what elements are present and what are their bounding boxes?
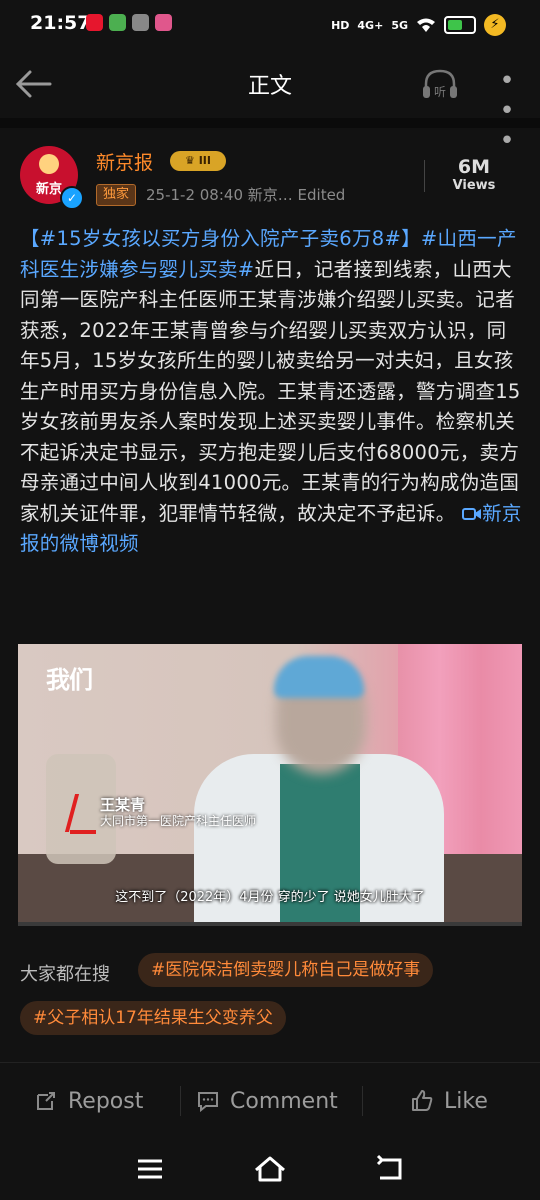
video-icon (462, 508, 482, 520)
user-name[interactable]: 新京报 (96, 148, 153, 175)
video-progress-bar[interactable] (18, 922, 522, 926)
more-icon[interactable]: • • • (488, 66, 528, 156)
repost-icon (37, 1092, 55, 1110)
level-badge-label: III (198, 154, 211, 167)
top-nav: 正文 听 • • • (0, 48, 540, 156)
views-count: 6M (457, 156, 491, 178)
comment-label: Comment (230, 1088, 338, 1114)
views-label: Views (452, 178, 496, 193)
action-separator (362, 1086, 363, 1116)
like-label: Like (444, 1088, 488, 1114)
avatar-emblem (39, 154, 59, 174)
system-nav-bar (0, 1140, 540, 1200)
home-icon[interactable] (250, 1154, 290, 1184)
wifi-icon (417, 18, 435, 32)
topic-link[interactable]: 【#15岁女孩以买方身份入院产子卖6万8#】 (20, 227, 421, 250)
system-icons: HD 4G+ 5G ⚡ (331, 14, 506, 36)
video-player[interactable]: 我们 王某青 大同市第一医院产科主任医师 这不到了（2022年）4月份 穿的少了… (18, 644, 522, 926)
weibo-icon (86, 14, 103, 31)
exclusive-tag: 独家 (96, 184, 137, 206)
battery-icon (444, 16, 476, 34)
post-text: 近日，记者接到线索，山西大同第一医院产科主任医师王某青涉嫌介绍婴儿买卖。记者获悉… (20, 257, 521, 525)
status-time: 21:57 (30, 12, 91, 34)
verified-icon: ✓ (60, 186, 84, 210)
post-header: 新京 ✓ 新京报 ♛ III 独家 25-1-2 08:40 新京… Edite… (20, 142, 520, 212)
header-separator (424, 160, 425, 192)
video-logo: 我们 (46, 666, 93, 694)
section-divider (0, 118, 540, 128)
comment-icon (198, 1092, 218, 1113)
action-separator (180, 1086, 181, 1116)
action-bar: Repost Comment Like (0, 1070, 540, 1132)
actions-divider (0, 1062, 540, 1063)
trending-chip[interactable]: #医院保洁倒卖婴儿称自己是做好事 (138, 953, 434, 987)
level-badge[interactable]: ♛ III (170, 151, 226, 171)
app-icon (155, 14, 172, 31)
repost-label: Repost (68, 1088, 144, 1114)
keyhole-icon (132, 14, 149, 31)
wechat-icon (109, 14, 126, 31)
post-meta: 25-1-2 08:40 新京… Edited (146, 186, 346, 204)
video-subtitle: 这不到了（2022年）4月份 穿的少了 说她女儿肚大了 (115, 890, 425, 905)
status-bar: 21:57 HD 4G+ 5G ⚡ (0, 0, 540, 48)
signal-4g-label: 4G+ (357, 18, 384, 32)
signal-5g-label: 5G (391, 18, 408, 32)
notification-icons (86, 14, 172, 31)
listen-icon[interactable]: 听 (420, 66, 460, 102)
trending-chip[interactable]: #父子相认17年结果生父变养父 (20, 1001, 286, 1035)
menu-icon[interactable] (130, 1154, 170, 1184)
thumbs-up-icon (412, 1090, 433, 1111)
comment-button[interactable]: Comment (196, 1070, 338, 1132)
video-person-role: 大同市第一医院产科主任医师 (100, 814, 257, 828)
post-body: 【#15岁女孩以买方身份入院产子卖6万8#】#山西一产科医生涉嫌参与婴儿买卖#近… (20, 224, 524, 560)
lower-third-accent-base (70, 830, 96, 834)
back-icon[interactable] (370, 1154, 410, 1184)
like-button[interactable]: Like (410, 1070, 488, 1132)
repost-button[interactable]: Repost (34, 1070, 143, 1132)
trending-label: 大家都在搜 (20, 964, 110, 985)
listen-label: 听 (434, 85, 446, 99)
video-person-cap (274, 656, 364, 698)
hd-label: HD (331, 18, 350, 32)
charging-icon: ⚡ (484, 14, 506, 36)
